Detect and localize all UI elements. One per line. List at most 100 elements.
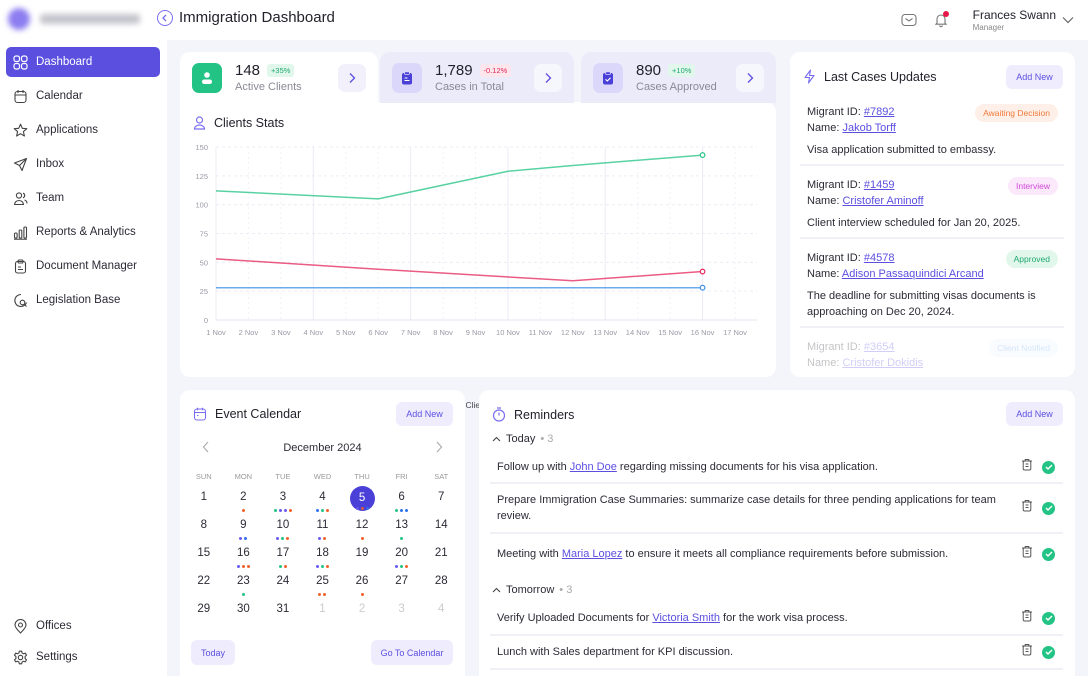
series-line-0[interactable] bbox=[215, 154, 703, 200]
brand[interactable] bbox=[8, 8, 140, 30]
complete-check-icon[interactable] bbox=[1042, 460, 1055, 474]
calendar-day[interactable]: 15 bbox=[184, 542, 224, 570]
stat-open-button[interactable] bbox=[534, 64, 562, 92]
reminder-item[interactable]: Lunch with Sales department for KPI disc… bbox=[490, 636, 1063, 670]
calendar-day[interactable]: 24 bbox=[263, 570, 303, 598]
calendar-day[interactable]: 4 bbox=[303, 486, 343, 514]
case-name-link[interactable]: Adison Passaquindici Arcand bbox=[842, 268, 984, 280]
add-reminder-button[interactable]: Add New bbox=[1006, 402, 1063, 426]
calendar-day[interactable]: 19 bbox=[342, 542, 382, 570]
reminder-person-link[interactable]: Maria Lopez bbox=[562, 548, 623, 560]
sidebar-item-team[interactable]: Team bbox=[6, 183, 160, 213]
sidebar-item-calendar[interactable]: Calendar bbox=[6, 81, 160, 111]
calendar-day[interactable]: 13 bbox=[382, 514, 422, 542]
trash-icon[interactable] bbox=[1021, 545, 1033, 563]
stat-card-active-clients[interactable]: 148 +35% Active Clients bbox=[180, 52, 378, 103]
stat-open-button[interactable] bbox=[736, 64, 764, 92]
reminder-item[interactable]: Verify Uploaded Documents for Victoria S… bbox=[490, 602, 1063, 636]
notifications-button[interactable] bbox=[931, 10, 951, 30]
calendar-day[interactable]: 25 bbox=[303, 570, 343, 598]
stat-card-cases-approved[interactable]: 890 +10% Cases Approved bbox=[581, 52, 776, 103]
case-name-link[interactable]: Cristofer Aminoff bbox=[842, 195, 923, 207]
sidebar-item-offices[interactable]: Offices bbox=[6, 611, 160, 641]
calendar-day[interactable]: 14 bbox=[421, 514, 461, 542]
collapse-sidebar-button[interactable] bbox=[157, 10, 173, 26]
calendar-day[interactable]: 6 bbox=[382, 486, 422, 514]
calendar-day[interactable]: 9 bbox=[224, 514, 264, 542]
reminder-group-toggle[interactable]: Today • 3 bbox=[492, 433, 553, 445]
calendar-day[interactable]: 26 bbox=[342, 570, 382, 598]
sidebar-item-inbox[interactable]: Inbox bbox=[6, 149, 160, 179]
calendar-day[interactable]: 21 bbox=[421, 542, 461, 570]
calendar-day[interactable]: 8 bbox=[184, 514, 224, 542]
calendar-day[interactable]: 7 bbox=[421, 486, 461, 514]
trash-icon[interactable] bbox=[1021, 609, 1033, 627]
calendar-day[interactable]: 30 bbox=[224, 598, 264, 626]
reminder-item[interactable]: Meeting with Maria Lopez to ensure it me… bbox=[490, 534, 1063, 574]
case-name-link[interactable]: Jakob Torff bbox=[842, 122, 895, 134]
reminder-item[interactable]: Follow up with John Doe regarding missin… bbox=[490, 452, 1063, 484]
trash-icon[interactable] bbox=[1021, 643, 1033, 661]
calendar-day[interactable]: 4 bbox=[421, 598, 461, 626]
sidebar-item-documents[interactable]: Document Manager bbox=[6, 251, 160, 281]
stat-open-button[interactable] bbox=[338, 64, 366, 92]
stat-card-cases-total[interactable]: 1,789 -0.12% Cases in Total bbox=[380, 52, 574, 103]
complete-check-icon[interactable] bbox=[1042, 547, 1055, 561]
calendar-day[interactable]: 5 bbox=[342, 486, 382, 514]
sidebar-item-dashboard[interactable]: Dashboard bbox=[6, 47, 160, 77]
case-item[interactable]: Migrant ID: #3654 Name: Cristofer Dokidis… bbox=[800, 339, 1064, 377]
clients-stats-chart[interactable]: 0 25 50 75 100 125 150 1 Nov 2 Nov 3 Nov 4 Nov 5 No… bbox=[180, 102, 776, 377]
series-end-point[interactable] bbox=[699, 284, 706, 291]
calendar-day[interactable]: 17 bbox=[263, 542, 303, 570]
case-item[interactable]: Migrant ID: #1459 Name: Cristofer Aminoff… bbox=[800, 177, 1064, 239]
sidebar-item-legislation[interactable]: Legislation Base bbox=[6, 285, 160, 315]
calendar-day[interactable]: 2 bbox=[224, 486, 264, 514]
trash-icon[interactable] bbox=[1021, 499, 1033, 517]
case-item[interactable]: Migrant ID: #7892 Name: Jakob Torff Visa a… bbox=[800, 104, 1064, 166]
messages-button[interactable] bbox=[899, 10, 919, 30]
calendar-day[interactable]: 29 bbox=[184, 598, 224, 626]
calendar-day[interactable]: 2 bbox=[342, 598, 382, 626]
calendar-day[interactable]: 3 bbox=[382, 598, 422, 626]
complete-check-icon[interactable] bbox=[1042, 501, 1055, 515]
case-item[interactable]: Migrant ID: #4578 Name: Adison Passaquind… bbox=[800, 250, 1064, 328]
reminder-item[interactable]: Prepare Immigration Case Summaries: summ… bbox=[490, 484, 1063, 534]
user-menu-toggle[interactable] bbox=[1062, 11, 1074, 29]
calendar-day[interactable]: 1 bbox=[184, 486, 224, 514]
go-to-calendar-button[interactable]: Go To Calendar bbox=[371, 640, 453, 665]
case-id-link[interactable]: #4578 bbox=[864, 252, 895, 264]
calendar-day[interactable]: 3 bbox=[263, 486, 303, 514]
calendar-day[interactable]: 11 bbox=[303, 514, 343, 542]
calendar-day[interactable]: 1 bbox=[303, 598, 343, 626]
sidebar-item-applications[interactable]: Applications bbox=[6, 115, 160, 145]
calendar-day[interactable]: 10 bbox=[263, 514, 303, 542]
next-month-button[interactable] bbox=[435, 440, 443, 456]
add-event-button[interactable]: Add New bbox=[396, 402, 453, 426]
calendar-day[interactable]: 22 bbox=[184, 570, 224, 598]
reminder-person-link[interactable]: John Doe bbox=[570, 461, 617, 473]
calendar-day[interactable]: 18 bbox=[303, 542, 343, 570]
case-id-link[interactable]: #7892 bbox=[864, 106, 895, 118]
user-menu[interactable]: Frances Swann Manager bbox=[973, 8, 1056, 32]
series-end-point[interactable] bbox=[699, 268, 706, 275]
calendar-day[interactable]: 16 bbox=[224, 542, 264, 570]
calendar-day[interactable]: 20 bbox=[382, 542, 422, 570]
complete-check-icon[interactable] bbox=[1042, 611, 1055, 625]
reminder-person-link[interactable]: Victoria Smith bbox=[652, 612, 720, 624]
case-name-link[interactable]: Cristofer Dokidis bbox=[842, 357, 923, 369]
sidebar-item-reports[interactable]: Reports & Analytics bbox=[6, 217, 160, 247]
calendar-day[interactable]: 12 bbox=[342, 514, 382, 542]
add-case-button[interactable]: Add New bbox=[1006, 65, 1063, 89]
calendar-day[interactable]: 31 bbox=[263, 598, 303, 626]
calendar-day[interactable]: 28 bbox=[421, 570, 461, 598]
case-id-link[interactable]: #1459 bbox=[864, 179, 895, 191]
calendar-day[interactable]: 23 bbox=[224, 570, 264, 598]
case-id-link[interactable]: #3654 bbox=[864, 341, 895, 353]
complete-check-icon[interactable] bbox=[1042, 645, 1055, 659]
trash-icon[interactable] bbox=[1021, 458, 1033, 476]
calendar-day[interactable]: 27 bbox=[382, 570, 422, 598]
today-button[interactable]: Today bbox=[191, 640, 235, 665]
series-end-point[interactable] bbox=[699, 152, 706, 158]
reminder-group-toggle[interactable]: Tomorrow • 3 bbox=[492, 584, 572, 596]
sidebar-item-settings[interactable]: Settings bbox=[6, 642, 160, 672]
